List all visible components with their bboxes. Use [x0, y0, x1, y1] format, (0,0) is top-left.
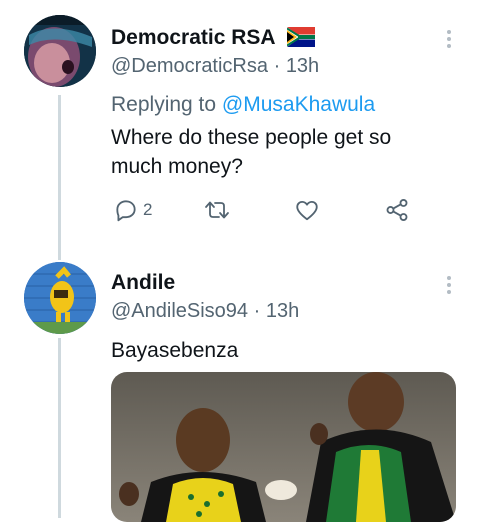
thread-line-1: [58, 95, 61, 260]
like-button[interactable]: [294, 197, 320, 223]
display-name[interactable]: Democratic RSA: [111, 26, 315, 50]
share-icon: [386, 199, 408, 221]
separator: ·: [253, 300, 261, 322]
timestamp[interactable]: 13h: [266, 300, 299, 322]
tweet-text: Bayasebenza: [111, 339, 239, 362]
south-africa-flag-icon: [286, 27, 315, 47]
separator: ·: [273, 55, 281, 77]
tweet-text: Where do these people get so much money?: [111, 123, 391, 181]
heart-icon: [296, 200, 318, 221]
more-vertical-icon[interactable]: [446, 30, 452, 51]
replying-to-label: Replying to: [111, 93, 217, 116]
reply-button[interactable]: 2: [113, 197, 152, 223]
more-vertical-icon[interactable]: [446, 276, 452, 297]
retweet-icon: [205, 201, 229, 219]
retweet-button[interactable]: [203, 197, 231, 223]
avatar[interactable]: [24, 15, 96, 87]
avatar[interactable]: [24, 262, 96, 334]
tweet-meta: @DemocraticRsa · 13h: [111, 55, 319, 78]
tweet-meta: @AndileSiso94 · 13h: [111, 300, 299, 323]
thread-line-2: [58, 338, 61, 518]
media-image: [111, 372, 456, 522]
share-button[interactable]: [384, 197, 410, 223]
avatar-image: [24, 262, 96, 334]
handle[interactable]: @AndileSiso94: [111, 300, 248, 322]
tweet-text-line-1: Where do these people get so: [111, 126, 392, 149]
replying-to: Replying to @MusaKhawula: [111, 93, 375, 117]
handle[interactable]: @DemocraticRsa: [111, 55, 268, 77]
reply-icon: [116, 200, 136, 222]
display-name[interactable]: Andile: [111, 271, 175, 295]
avatar-image: [24, 15, 96, 87]
reply-mention-link[interactable]: @MusaKhawula: [222, 93, 375, 116]
tweet-text-line-2: much money?: [111, 155, 243, 178]
display-name-text: Democratic RSA: [111, 26, 275, 49]
reply-count: 2: [143, 200, 153, 219]
tweet-photo[interactable]: [111, 372, 456, 522]
timestamp[interactable]: 13h: [286, 55, 319, 77]
